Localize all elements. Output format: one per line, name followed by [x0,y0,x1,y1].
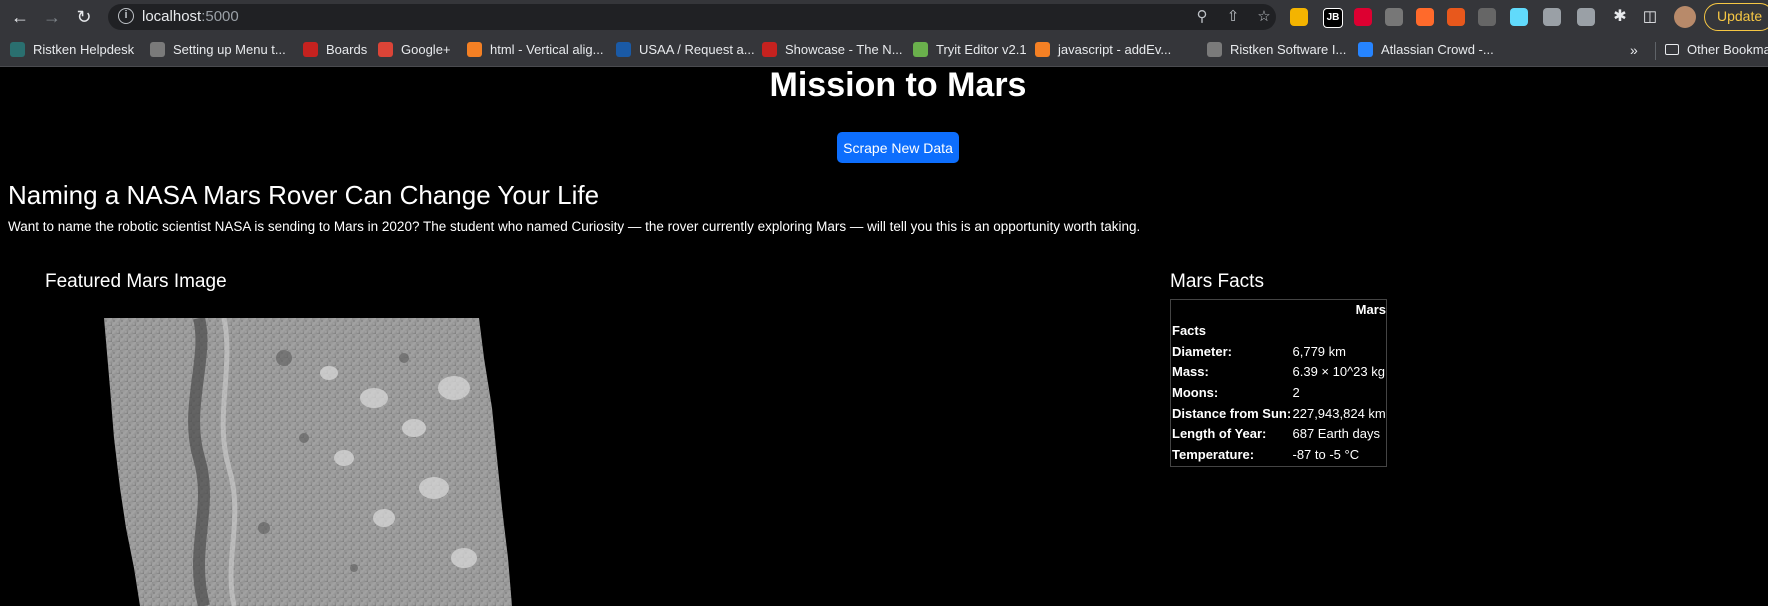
bookmark-label: Showcase - The N... [785,42,903,57]
react-devtools-extension-icon[interactable] [1510,8,1528,26]
bookmark-label: Google+ [401,42,451,57]
scrape-new-data-button[interactable]: Scrape New Data [837,132,959,163]
fact-value: -87 to -5 °C [1292,447,1360,463]
bookmark-label: javascript - addEv... [1058,42,1172,57]
bookmarks-divider [1655,42,1656,60]
bookmark-item[interactable]: Atlassian Crowd -... [1358,41,1494,59]
bookmarks-overflow-icon[interactable]: » [1630,42,1638,58]
favicon-icon [762,42,777,57]
news-title: Naming a NASA Mars Rover Can Change Your… [8,180,600,210]
folder-icon [1665,44,1679,55]
mars-facts-table: Mars Facts Diameter: 6,779 km Mass: 6.39 × … [1170,299,1387,467]
url-text[interactable]: localhost:5000 [142,8,239,25]
favicon-icon [303,42,318,57]
table-row: Mass: 6.39 × 10^23 kg [1171,362,1387,383]
fact-value: 687 Earth days [1292,426,1380,442]
favicon-icon [1035,42,1050,57]
header-empty-cell [1171,300,1292,321]
fact-label: Moons: [1172,385,1219,401]
bookmarks-bar: Ristken Helpdesk Setting up Menu t... Boar… [0,34,1768,67]
eyedropper-extension-icon[interactable] [1577,8,1595,26]
back-icon[interactable]: ← [8,5,32,29]
featured-image-heading: Featured Mars Image [45,271,227,292]
bookmark-label: Ristken Helpdesk [33,42,135,57]
bookmark-label: Ristken Software I... [1230,42,1347,57]
featured-mars-image [104,318,512,606]
bookmark-item[interactable]: Boards [303,41,367,59]
bookmark-item[interactable]: USAA / Request a... [616,41,755,59]
rss-extension-icon[interactable] [1447,8,1465,26]
table-row: Temperature: -87 to -5 °C [1171,445,1387,466]
browser-toolbar: ← → ↻ i localhost:5000 ⚲ ⇧ ☆ JB ✱ ◫ Upda… [0,0,1768,34]
bookmark-label: Setting up Menu t... [173,42,286,57]
other-bookmarks-label: Other Bookmarks [1687,42,1768,57]
table-row: Length of Year: 687 Earth days [1171,424,1387,445]
bookmark-label: Boards [326,42,368,57]
bookmark-label: USAA / Request a... [639,42,755,57]
fact-value: 227,943,824 km [1292,405,1386,421]
favicon-icon [378,42,393,57]
reload-icon[interactable]: ↻ [72,5,96,29]
bookmark-item[interactable]: Tryit Editor v2.1 [913,41,1027,59]
share-icon[interactable]: ⇧ [1224,8,1242,26]
bookmark-item[interactable]: Google+ [378,41,451,59]
bookmark-label: Atlassian Crowd -... [1381,42,1494,57]
jb-extension-icon[interactable]: JB [1323,8,1343,28]
bookmark-item[interactable]: Showcase - The N... [762,41,903,59]
table-header-row: Mars [1171,300,1387,321]
fact-value: 6,779 km [1292,343,1346,359]
bookmark-item[interactable]: Setting up Menu t... [150,41,286,59]
fact-label: Distance from Sun: [1172,405,1292,421]
angular-devtools-extension-icon[interactable] [1354,8,1372,26]
bookmark-item[interactable]: javascript - addEv... [1035,41,1171,59]
profile-avatar[interactable] [1674,6,1696,28]
bookmark-label: Tryit Editor v2.1 [936,42,1027,57]
favicon-icon [10,42,25,57]
table-row: Distance from Sun: 227,943,824 km [1171,403,1387,424]
favicon-icon [150,42,165,57]
target-extension-icon[interactable] [1543,8,1561,26]
fact-label: Length of Year: [1172,426,1267,442]
bookmark-star-icon[interactable]: ☆ [1255,8,1273,26]
favicon-icon [467,42,482,57]
forward-icon[interactable]: → [40,5,64,29]
fact-label: Temperature: [1172,447,1255,463]
row-header-facts: Facts [1172,323,1206,339]
header-empty-cell [1292,321,1387,342]
fact-label: Diameter: [1172,343,1232,359]
zoom-icon[interactable]: ⚲ [1193,8,1211,26]
fact-value: 2 [1292,385,1300,401]
favicon-icon [616,42,631,57]
fact-label: Mass: [1172,364,1209,380]
favicon-icon [1207,42,1222,57]
page-title: Mission to Mars [769,66,1027,104]
angular-extension-icon[interactable] [1385,8,1403,26]
fact-value: 6.39 × 10^23 kg [1292,364,1385,380]
x-extension-icon[interactable] [1416,8,1434,26]
table-row: Moons: 2 [1171,383,1387,404]
site-info-icon[interactable]: i [118,8,134,24]
address-bar[interactable]: i localhost:5000 ⚲ ⇧ ☆ [108,4,1276,30]
table-row: Diameter: 6,779 km [1171,341,1387,362]
favicon-icon [913,42,928,57]
bookmark-item[interactable]: Ristken Software I... [1207,41,1346,59]
table-header-row: Facts [1171,321,1387,342]
update-button[interactable]: Update [1704,3,1768,31]
bookmark-item[interactable]: Ristken Helpdesk [10,41,134,59]
other-bookmarks-folder[interactable]: Other Bookmarks [1665,41,1768,59]
news-paragraph: Want to name the robotic scientist NASA … [8,219,1141,234]
side-panel-icon[interactable]: ◫ [1638,5,1662,29]
column-header-mars: Mars [1355,302,1386,318]
sticky-notes-extension-icon[interactable] [1290,8,1308,26]
bookmark-item[interactable]: html - Vertical alig... [467,41,603,59]
extensions-puzzle-icon[interactable]: ✱ [1608,5,1632,29]
cookie-extension-icon[interactable] [1478,8,1496,26]
bookmark-label: html - Vertical alig... [490,42,604,57]
mars-facts-heading: Mars Facts [1170,271,1264,292]
favicon-icon [1358,42,1373,57]
